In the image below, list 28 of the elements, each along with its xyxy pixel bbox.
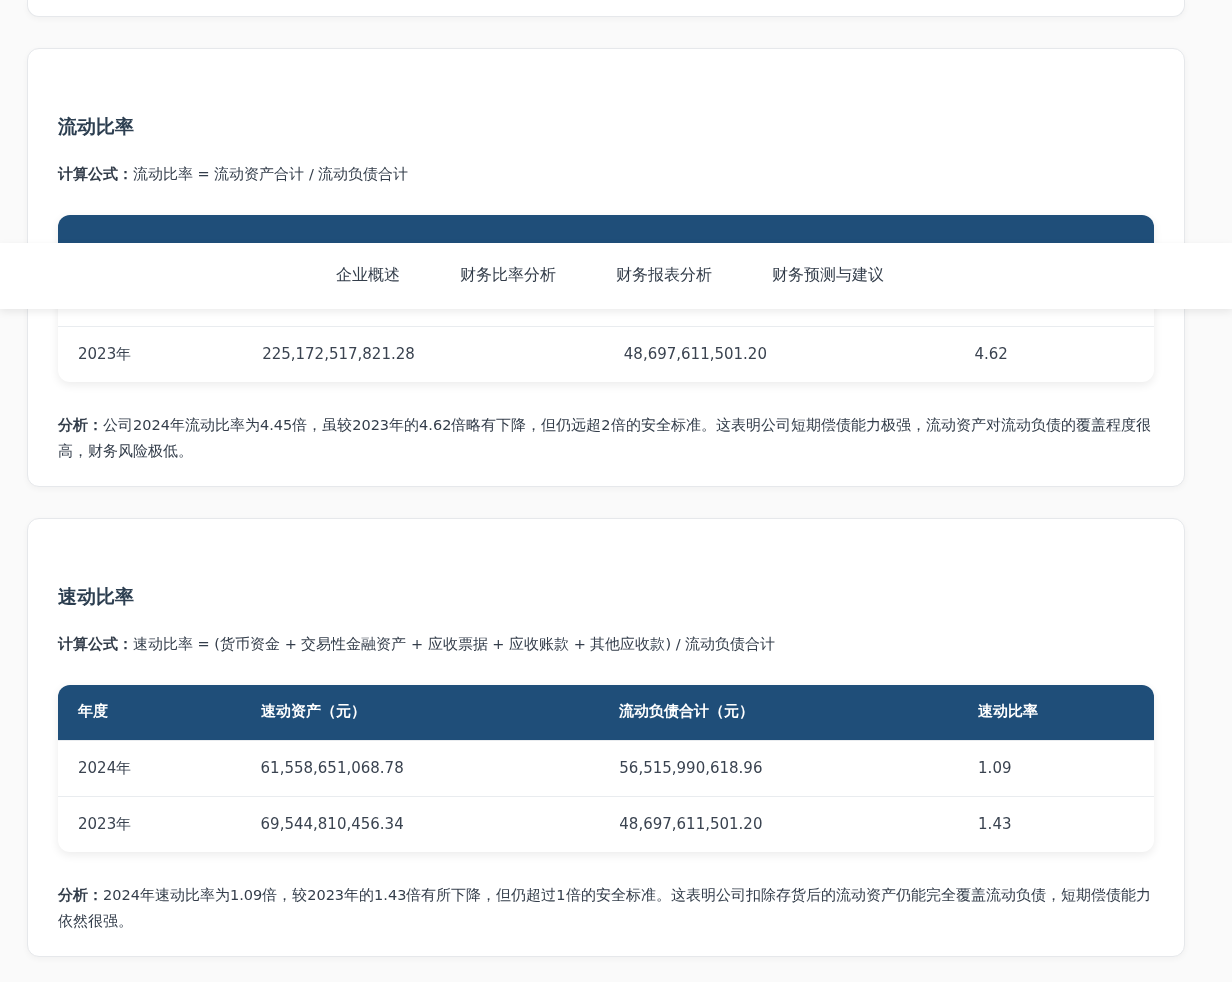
table-cell: 4.62 bbox=[954, 326, 1154, 382]
column-header: 速动资产（元） bbox=[240, 685, 600, 740]
analysis-text: 分析：2024年速动比率为1.09倍，较2023年的1.43倍有所下降，但仍超过1倍的安全标准。这表明公司扣除存货后的流动资产仍能完全覆盖流动负债，短期偿债能力依然很强。 bbox=[58, 886, 1152, 931]
formula-text: 流动比率 = 流动资产合计 / 流动负债合计 bbox=[133, 165, 409, 184]
column-header: 流动负债合计（元） bbox=[599, 685, 959, 740]
formula-label: 计算公式： bbox=[58, 165, 133, 184]
formula-label: 计算公式： bbox=[58, 635, 133, 654]
section-title: 速动比率 bbox=[58, 584, 135, 609]
table-cell: 48,697,611,501.20 bbox=[599, 796, 959, 852]
nav-link[interactable]: 财务比率分析 bbox=[460, 264, 556, 288]
table-cell: 1.09 bbox=[958, 740, 1154, 796]
table-cell: 225,172,517,821.28 bbox=[242, 326, 604, 382]
table-cell: 69,544,810,456.34 bbox=[240, 796, 600, 852]
table-cell: 56,515,990,618.96 bbox=[599, 740, 959, 796]
table-cell: 2024年 bbox=[58, 740, 241, 796]
analysis-text: 分析：公司2024年流动比率为4.45倍，虽较2023年的4.62倍略有下降，但仍远超2倍的安全标准。这表明公司短期偿债能力极强，流动资产对流动负债的覆盖程度很高，财务风险极低。 bbox=[58, 416, 1152, 461]
table-cell: 1.43 bbox=[958, 796, 1154, 852]
table-cell: 48,697,611,501.20 bbox=[603, 326, 955, 382]
column-header: 年度 bbox=[58, 685, 241, 740]
formula-text: 速动比率 = (货币资金 + 交易性金融资产 + 应收票据 + 应收账款 + 其他应收款) / 流动负债合计 bbox=[133, 635, 776, 654]
nav-link[interactable]: 财务报表分析 bbox=[616, 264, 712, 288]
nav-link[interactable]: 财务预测与建议 bbox=[772, 264, 884, 288]
column-header: 速动比率 bbox=[958, 685, 1154, 740]
table-cell: 2023年 bbox=[58, 796, 241, 852]
table-cell: 61,558,651,068.78 bbox=[240, 740, 600, 796]
section-title: 流动比率 bbox=[58, 114, 135, 139]
table-cell: 2023年 bbox=[58, 326, 243, 382]
nav-link[interactable]: 企业概述 bbox=[336, 264, 400, 288]
